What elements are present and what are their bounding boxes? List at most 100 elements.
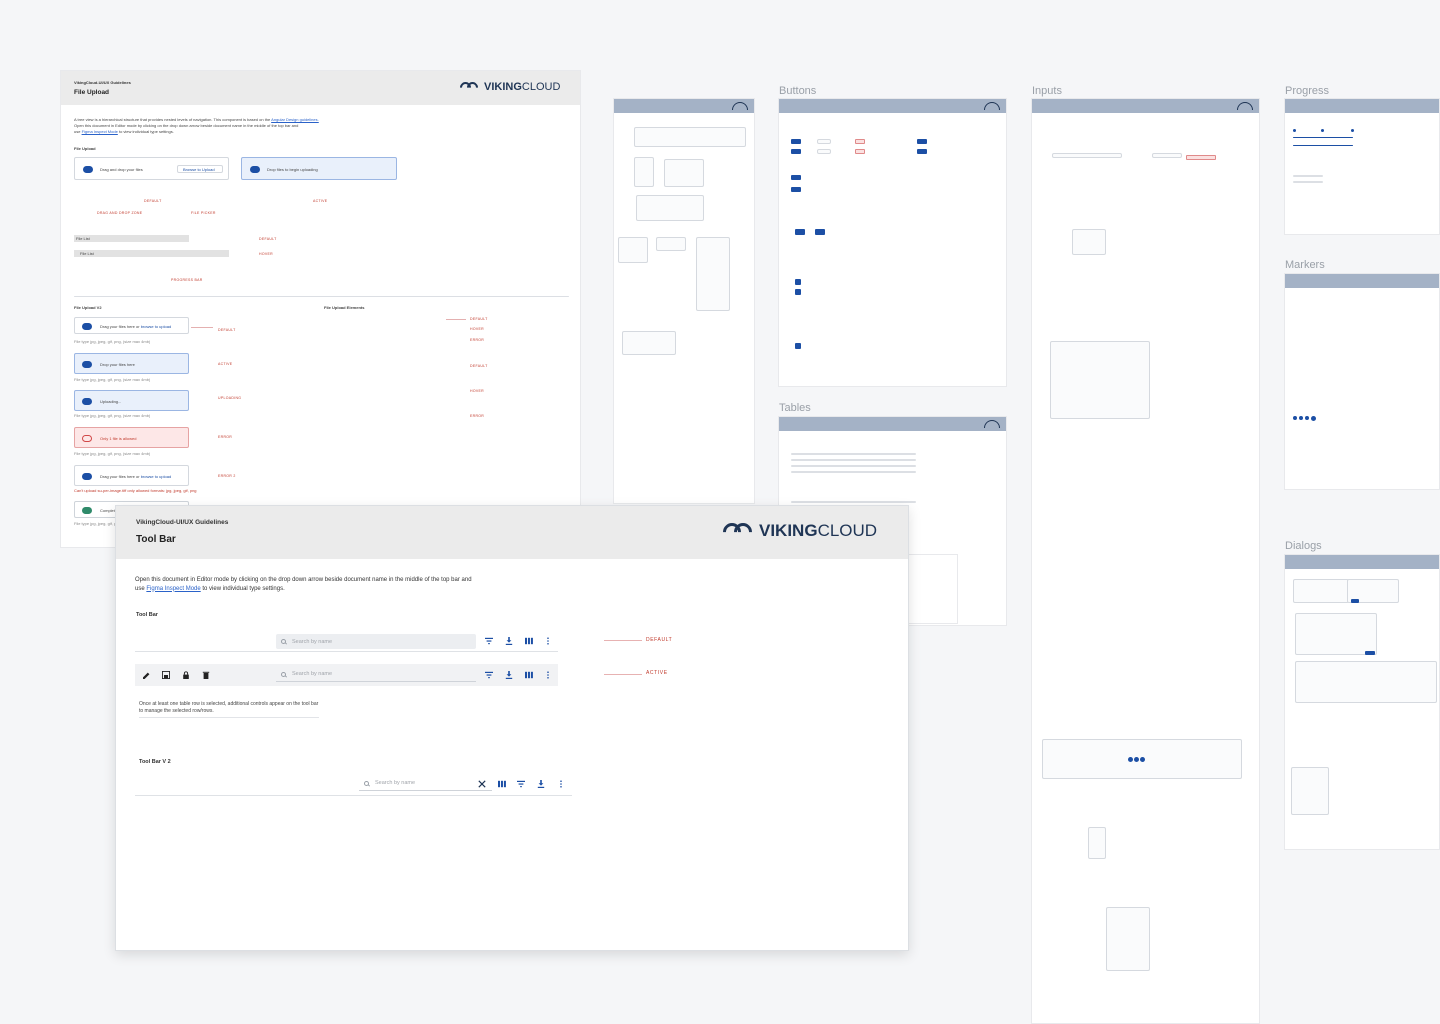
board-navigation[interactable] [613,98,755,504]
sample-button [815,229,825,235]
cloud-upload-icon [83,166,93,173]
upload-drop-zone[interactable]: Drag and drop your files Browse to Uploa… [74,157,229,180]
board-misc [908,554,958,624]
angular-link[interactable]: Angular Design guidelines. [271,117,319,122]
browse-upload-button[interactable]: Browse to Upload [177,165,223,173]
el-label-2: ERROR [470,338,485,342]
placeholder-block [636,195,704,221]
more-vert-icon[interactable] [544,671,552,679]
stepper-dot [1321,129,1324,132]
filter-icon[interactable] [485,671,493,679]
search-input-v2[interactable]: Search by name [359,776,492,791]
connector-line [604,640,642,641]
board-inputs[interactable] [1031,98,1260,1024]
list-placeholder [1050,341,1150,419]
upload-v2-active[interactable]: Drop your files here [74,353,189,374]
dialog-placeholder [1291,767,1329,815]
progress-bar [1293,175,1323,177]
dialog-placeholder [1293,579,1349,603]
columns-icon[interactable] [525,637,533,645]
board-header [779,417,1006,431]
desc-line-3: use Figma Inspect Mode to view individua… [74,129,174,134]
desc-line-2a: use [135,585,145,592]
section-tool-bar-v2: Tool Bar V 2 [139,759,171,765]
avatar-dot [1305,416,1309,420]
section-file-upload: File Upload [74,146,96,151]
board-tool-bar[interactable]: VikingCloud-UI/UX Guidelines Tool Bar VI… [115,505,909,951]
board-markers[interactable] [1284,273,1440,490]
brand-waves-icon [457,79,482,96]
upload-v2-default[interactable]: Drag your files here or browse to upload [74,317,189,334]
board-progress[interactable] [1284,98,1440,235]
download-icon[interactable] [505,671,513,679]
section-title-markers: Markers [1285,259,1325,271]
table-placeholder-row [791,471,916,473]
file-list-row-hover[interactable]: File List [74,250,229,257]
filter-icon[interactable] [517,780,525,788]
section-v2: File Upload V2 [74,305,102,310]
search-input[interactable]: Search by name [276,634,476,649]
download-icon[interactable] [505,637,513,645]
board-org: VikingCloud-UI/UX Guidelines [74,80,131,85]
more-vert-icon[interactable] [557,780,565,788]
label-default: DEFAULT [144,199,162,203]
placeholder-block [634,157,654,187]
input-placeholder [1052,153,1122,158]
section-elements: File Upload Elements [324,305,365,310]
save-icon[interactable] [162,671,170,679]
search-icon [281,671,286,677]
brand-logo-icon [1237,102,1253,110]
v2-label-error: ERROR [218,435,233,439]
desc-line-2b: to view individual type settings. [202,585,285,592]
search-input-active[interactable]: Search by name [276,667,476,682]
brand-bold: VIKING [759,521,818,540]
upload-v2-uploading[interactable]: Uploading... [74,390,189,411]
lock-icon[interactable] [182,671,190,679]
toolbar-description: Open this document in Editor mode by cli… [135,576,535,593]
brand-logo: VIKING CLOUD [719,519,877,545]
cloud-upload-icon [250,166,260,173]
download-icon[interactable] [537,780,545,788]
v2-label-default: DEFAULT [218,328,236,332]
v2-label-active: ACTIVE [218,362,233,366]
figma-inspect-link[interactable]: Figma Inspect Mode [146,586,200,592]
figma-inspect-link[interactable]: Figma Inspect Mode [82,129,118,134]
brand-logo: VIKING CLOUD [457,79,560,96]
label-drag-zone: DRAG AND DROP ZONE [97,211,143,215]
filter-icon[interactable] [485,637,493,645]
file-list-row[interactable]: File List [74,235,189,242]
file-list-label: File List [80,251,94,256]
section-tool-bar: Tool Bar [136,612,158,618]
delete-icon[interactable] [202,671,210,679]
sample-icon-button [795,289,801,295]
brand-logo-icon [732,102,748,110]
board-dialogs[interactable] [1284,554,1440,850]
placeholder-block [622,331,676,355]
close-icon[interactable] [478,780,486,788]
edit-icon[interactable] [143,671,151,679]
brand-logo-icon [984,102,1000,110]
section-title-dialogs: Dialogs [1285,540,1322,552]
file-list-label: File List [76,236,90,241]
board-header [614,99,754,113]
state-active-label: ACTIVE [646,670,668,676]
board-buttons[interactable] [778,98,1007,387]
board-file-upload[interactable]: VikingCloud-UI/UX Guidelines File Upload… [60,70,581,548]
upload-drop-zone-active[interactable]: Drop files to begin uploading [241,157,397,180]
v2-drag-text: Drag your files here or browse to upload [100,324,172,329]
calendar-selected-dot [1128,757,1133,762]
table-placeholder-row [791,453,916,455]
el-label-1: HOVER [470,327,484,331]
more-vert-icon[interactable] [544,637,552,645]
columns-icon[interactable] [525,671,533,679]
board-header [1285,99,1439,113]
upload-v2-error-2[interactable]: Drag your files here or browse to upload [74,465,189,486]
board-org: VikingCloud-UI/UX Guidelines [136,519,229,526]
upload-v2-error[interactable]: Only 1 file is allowed [74,427,189,448]
placeholder-block [656,237,686,251]
search-icon [364,780,369,786]
avatar-dot [1293,416,1297,420]
sample-button [917,139,927,144]
columns-icon[interactable] [498,780,506,788]
el-label-4: HOVER [470,389,484,393]
